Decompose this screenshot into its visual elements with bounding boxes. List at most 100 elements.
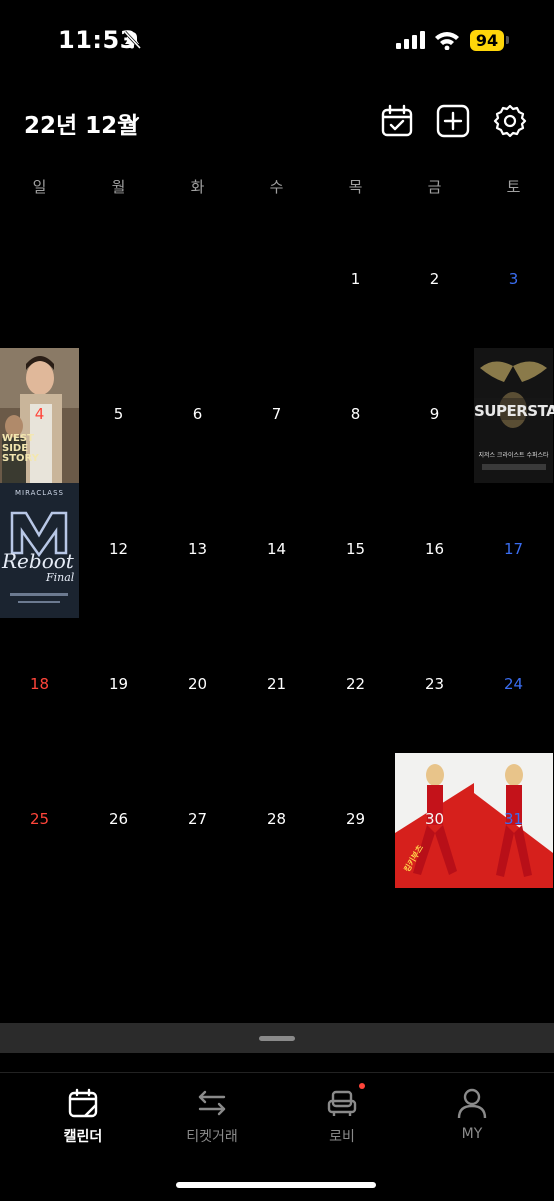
chevron-down-icon[interactable]	[126, 116, 140, 126]
poster-title: SUPERSTAR	[474, 402, 554, 420]
day-number: 15	[345, 540, 366, 558]
tab-lobby[interactable]: 로비	[273, 1073, 411, 1153]
day-cell-26[interactable]: 26	[79, 753, 158, 888]
day-cell-9[interactable]: 9	[395, 348, 474, 483]
settings-gear-icon[interactable]	[493, 104, 527, 138]
day-cell-22[interactable]: 22	[316, 618, 395, 753]
day-number: 13	[187, 540, 208, 558]
armchair-icon	[327, 1090, 357, 1116]
day-number: 28	[266, 810, 287, 828]
day-cell-31[interactable]: 31	[474, 753, 553, 888]
day-cell-13[interactable]: 13	[158, 483, 237, 618]
day-cell-23[interactable]: 23	[395, 618, 474, 753]
add-icon[interactable]	[436, 104, 470, 138]
day-number: 25	[29, 810, 50, 828]
day-cell-10[interactable]: SUPERSTAR 지저스 크라이스트 수퍼스타	[474, 348, 554, 483]
weekday-tue: 화	[190, 178, 205, 196]
day-number: 5	[113, 405, 124, 423]
day-cell-18[interactable]: 18	[0, 618, 79, 753]
weekday-header: 일 월 화 수 목 금 토	[0, 176, 554, 200]
day-cell-24[interactable]: 24	[474, 618, 553, 753]
day-number: 29	[345, 810, 366, 828]
day-number: 6	[192, 405, 203, 423]
day-number: 18	[29, 675, 50, 693]
day-number: 16	[424, 540, 445, 558]
day-number: 19	[108, 675, 129, 693]
tab-ticket-trade[interactable]: 티켓거래	[143, 1073, 281, 1153]
day-number: 3	[508, 270, 519, 288]
day-cell-5[interactable]: 5	[79, 348, 158, 483]
day-number: 22	[345, 675, 366, 693]
poster-title: Reboot	[2, 549, 74, 573]
day-cell-17[interactable]: 17	[474, 483, 553, 618]
day-cell-28[interactable]: 28	[237, 753, 316, 888]
day-cell-27[interactable]: 27	[158, 753, 237, 888]
tab-calendar[interactable]: 캘린더	[14, 1073, 152, 1153]
day-number: 21	[266, 675, 287, 693]
notification-dot	[359, 1083, 365, 1089]
day-cell-8[interactable]: 8	[316, 348, 395, 483]
day-number: 9	[429, 405, 440, 423]
day-cell-29[interactable]: 29	[316, 753, 395, 888]
day-cell-12[interactable]: 12	[79, 483, 158, 618]
weekday-mon: 월	[111, 178, 126, 196]
weekday-thu: 목	[348, 178, 363, 196]
day-number: 23	[424, 675, 445, 693]
poster-subtitle: Final	[46, 571, 75, 584]
poster-text: WEST SIDE STORY	[2, 433, 39, 464]
day-cell-19[interactable]: 19	[79, 618, 158, 753]
tab-label: 캘린더	[63, 1129, 103, 1145]
person-icon	[457, 1088, 487, 1119]
day-cell-21[interactable]: 21	[237, 618, 316, 753]
calendar-icon	[68, 1088, 98, 1118]
bell-muted-icon	[123, 30, 142, 50]
weekday-fri: 금	[427, 178, 442, 196]
tab-label: MY	[461, 1126, 483, 1142]
day-number: 27	[187, 810, 208, 828]
poster-brand: MIRACLASS	[15, 489, 64, 497]
tab-label: 로비	[329, 1129, 355, 1145]
day-cell-7[interactable]: 7	[237, 348, 316, 483]
day-number: 20	[187, 675, 208, 693]
battery-tip	[506, 36, 509, 44]
day-cell-11[interactable]: MIRACLASS Reboot Final	[0, 483, 79, 618]
day-cell-4[interactable]: WEST SIDE STORY 4	[0, 348, 79, 483]
poster-subtitle: 지저스 크라이스트 수퍼스타	[478, 452, 549, 459]
wifi-icon	[435, 32, 459, 50]
day-cell-25[interactable]: 25	[0, 753, 79, 888]
day-number: 12	[108, 540, 129, 558]
weekday-wed: 수	[269, 178, 284, 196]
day-number: 4	[34, 405, 45, 423]
day-cell-14[interactable]: 14	[237, 483, 316, 618]
drag-handle[interactable]	[259, 1036, 295, 1041]
day-number: 1	[350, 270, 361, 288]
battery-indicator: 94	[470, 30, 504, 51]
day-number: 17	[503, 540, 524, 558]
day-cell-20[interactable]: 20	[158, 618, 237, 753]
day-number: 2	[429, 270, 440, 288]
day-number: 24	[503, 675, 524, 693]
tab-label: 티켓거래	[186, 1129, 238, 1145]
day-cell-2[interactable]: 2	[395, 213, 474, 348]
status-bar: 11:53 94	[0, 0, 554, 80]
home-indicator[interactable]	[176, 1182, 376, 1188]
day-number: 26	[108, 810, 129, 828]
day-cell-6[interactable]: 6	[158, 348, 237, 483]
signal-icon	[396, 31, 425, 49]
tab-my[interactable]: MY	[403, 1073, 541, 1153]
day-number: 14	[266, 540, 287, 558]
day-cell-15[interactable]: 15	[316, 483, 395, 618]
calendar-check-icon[interactable]	[380, 104, 414, 138]
day-cell-16[interactable]: 16	[395, 483, 474, 618]
day-number: 30	[424, 810, 445, 828]
month-title[interactable]: 22년 12월	[24, 106, 138, 140]
day-cell-1[interactable]: 1	[316, 213, 395, 348]
day-cell-3[interactable]: 3	[474, 213, 553, 348]
weekday-sun: 일	[32, 178, 47, 196]
weekday-sat: 토	[506, 178, 521, 196]
day-number: 7	[271, 405, 282, 423]
day-number: 31	[503, 810, 524, 828]
day-number: 8	[350, 405, 361, 423]
day-cell-30[interactable]: 킹키부츠 30	[395, 753, 474, 888]
swap-arrows-icon	[198, 1090, 226, 1116]
